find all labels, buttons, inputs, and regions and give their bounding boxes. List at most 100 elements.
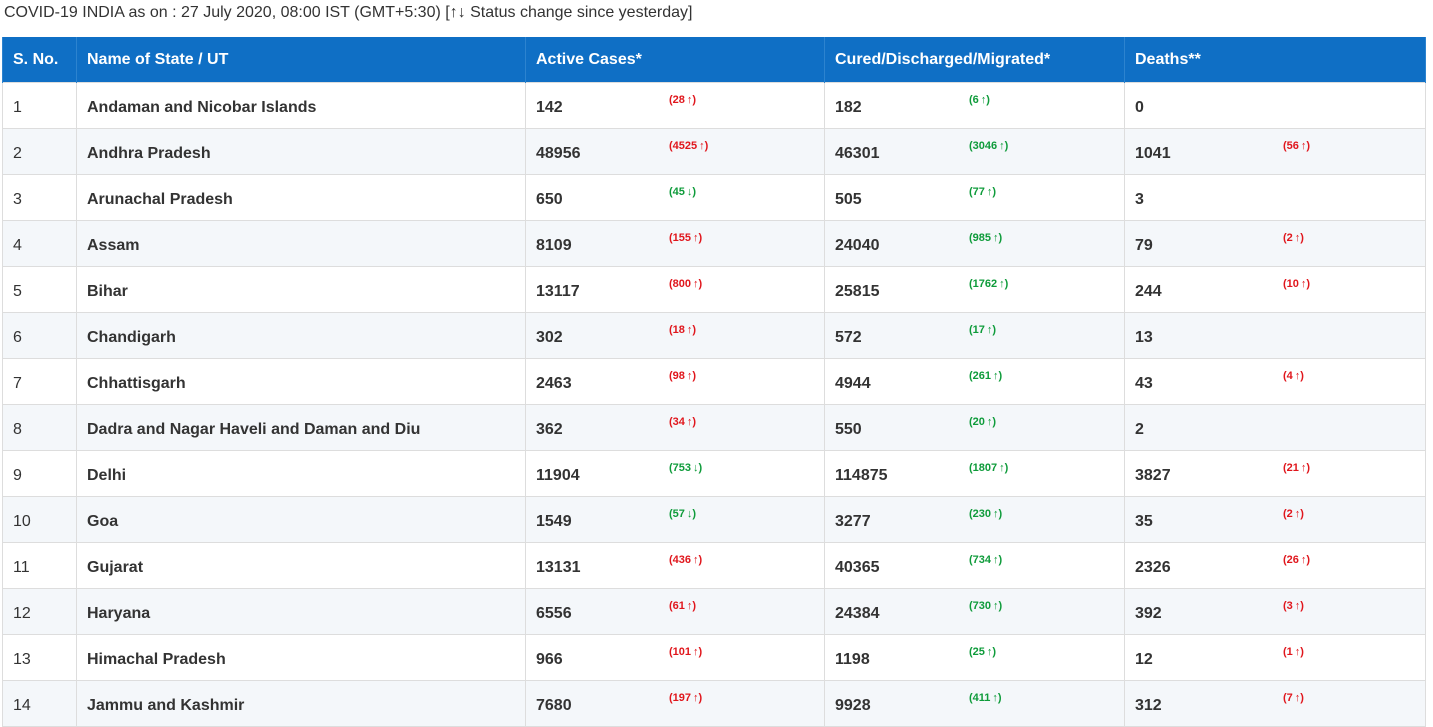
cured-change-badge: (411 ↑) [969,692,1002,704]
cured-change-badge: (230 ↑) [969,508,1003,520]
cell-cured: 46301 (3046 ↑) [824,128,1125,175]
deaths-change-badge: (7 ↑) [1283,692,1304,704]
cell-sno-value: 7 [13,374,22,392]
cell-deaths: 312 (7 ↑) [1124,680,1426,727]
cured-change-badge: (3046 ↑) [969,140,1009,152]
cell-active: 6556 (61 ↑) [525,588,825,635]
arrow-up-icon: ↑ [693,646,699,658]
arrow-up-icon: ↑ [993,370,999,382]
table-body: 1 Andaman and Nicobar Islands 142 (28 ↑) 182(… [2,82,1426,727]
cell-active: 2463 (98 ↑) [525,358,825,405]
active-change-badge: (57 ↓) [669,508,697,520]
cell-deaths: 3827 (21 ↑) [1124,450,1426,497]
cell-state-name-value: Andhra Pradesh [87,144,211,162]
table-row: 11 Gujarat 13131 (436 ↑) 40365 (734 ↑) 2326 (26 ↑) [2,542,1426,589]
cell-state-name-value: Chhattisgarh [87,374,186,392]
arrow-up-icon: ↑ [686,324,693,336]
cell-state-name: Gujarat [76,542,526,589]
cell-cured-value: 40365 [835,558,880,576]
cell-cured-value: 1198 [835,650,870,668]
table-row: 3 Arunachal Pradesh 650 (45 ↓) 505 (77 ↑) 3 [2,174,1426,221]
cell-state-name-value: Haryana [87,604,151,622]
cell-sno-value: 5 [13,282,22,300]
cell-active-value: 48956 [536,144,581,162]
deaths-change-value: 56 [1286,140,1299,152]
cell-sno-value: 11 [13,558,30,576]
table-row: 6 Chandigarh 302 (18 ↑) 572 (17 ↑) 13 [2,312,1426,359]
cell-sno: 3 [2,174,77,221]
cell-deaths: 0 [1124,82,1426,129]
cell-state-name-value: Dadra and Nagar Haveli and Daman and Diu [87,420,421,438]
active-change-value: 98 [672,370,685,382]
cell-state-name-value: Andaman and Nicobar Islands [87,98,317,116]
cured-change-value: 730 [972,600,992,612]
cell-active-value: 966 [536,650,563,668]
active-change-badge: (28 ↑) [669,94,697,106]
column-header-sno: S. No. [2,37,77,83]
arrow-up-icon: ↑ [986,324,993,336]
table-row: 1 Andaman and Nicobar Islands 142 (28 ↑) 182 (… [2,82,1426,129]
cell-active-value: 13117 [536,282,580,300]
arrow-up-icon: ↑ [1294,508,1301,520]
cell-active: 362 (34 ↑) [525,404,825,451]
arrow-up-icon: ↑ [986,416,993,428]
active-change-badge: (61 ↑) [669,600,697,612]
cell-state-name-value: Himachal Pradesh [87,650,226,668]
cell-sno-value: 13 [13,650,31,668]
cell-cured: 572 (17 ↑) [824,312,1125,359]
deaths-change-badge: (2 ↑) [1283,232,1304,244]
cell-deaths-value: 13 [1135,328,1153,346]
cell-state-name-value: Delhi [87,466,127,484]
cell-active-value: 11904 [536,466,580,484]
cell-active-value: 6556 [536,604,572,622]
cell-sno-value: 1 [13,98,22,116]
active-change-value: 45 [672,186,685,198]
cell-deaths-value: 244 [1135,282,1162,300]
cured-change-value: 734 [972,554,992,566]
deaths-change-badge: (10 ↑) [1283,278,1311,290]
cell-sno: 5 [2,266,77,313]
arrow-down-icon: ↓ [686,186,693,198]
arrow-up-icon: ↑ [993,554,999,566]
cell-sno-value: 2 [13,144,22,162]
deaths-change-badge: (1 ↑) [1283,646,1304,658]
cured-change-badge: (20 ↑) [969,416,997,428]
cell-state-name-value: Arunachal Pradesh [87,190,233,208]
cell-active-value: 650 [536,190,563,208]
cured-change-value: 261 [972,370,992,382]
cell-deaths: 1041 (56 ↑) [1124,128,1426,175]
cell-sno: 4 [2,220,77,267]
arrow-up-icon: ↑ [1294,600,1301,612]
cell-sno: 13 [2,634,77,681]
cell-active-value: 2463 [536,374,572,392]
cell-deaths-value: 79 [1135,236,1153,254]
cured-change-value: 17 [972,324,985,336]
deaths-change-badge: (2 ↑) [1283,508,1304,520]
cell-state-name-value: Bihar [87,282,128,300]
cell-deaths-value: 392 [1135,604,1162,622]
arrow-up-icon: ↑ [992,692,998,704]
cell-cured-value: 3277 [835,512,871,530]
cell-cured: 40365 (734 ↑) [824,542,1125,589]
deaths-change-badge: (3 ↑) [1283,600,1304,612]
arrow-up-icon: ↑ [1300,462,1307,474]
arrow-up-icon: ↑ [1294,232,1301,244]
cell-active-value: 142 [536,98,563,116]
active-change-value: 34 [672,416,685,428]
cell-active-value: 302 [536,328,563,346]
deaths-change-value: 3 [1286,600,1293,612]
cell-deaths-value: 3 [1135,190,1144,208]
cured-change-value: 25 [972,646,985,658]
table-row: 9 Delhi 11904 (753 ↓) 114875 (1807 ↑) 3827 (21 ↑) [2,450,1426,497]
cured-change-value: 985 [972,232,992,244]
active-change-value: 436 [672,554,692,566]
column-header-active: Active Cases* [525,37,825,83]
cell-state-name: Goa [76,496,526,543]
cell-cured-value: 24384 [835,604,880,622]
arrow-up-icon: ↑ [993,232,999,244]
active-change-badge: (753 ↓) [669,462,703,474]
cell-cured: 550 (20 ↑) [824,404,1125,451]
active-change-badge: (800 ↑) [669,278,703,290]
cell-cured-value: 46301 [835,144,880,162]
arrow-up-icon: ↑ [1300,140,1307,152]
